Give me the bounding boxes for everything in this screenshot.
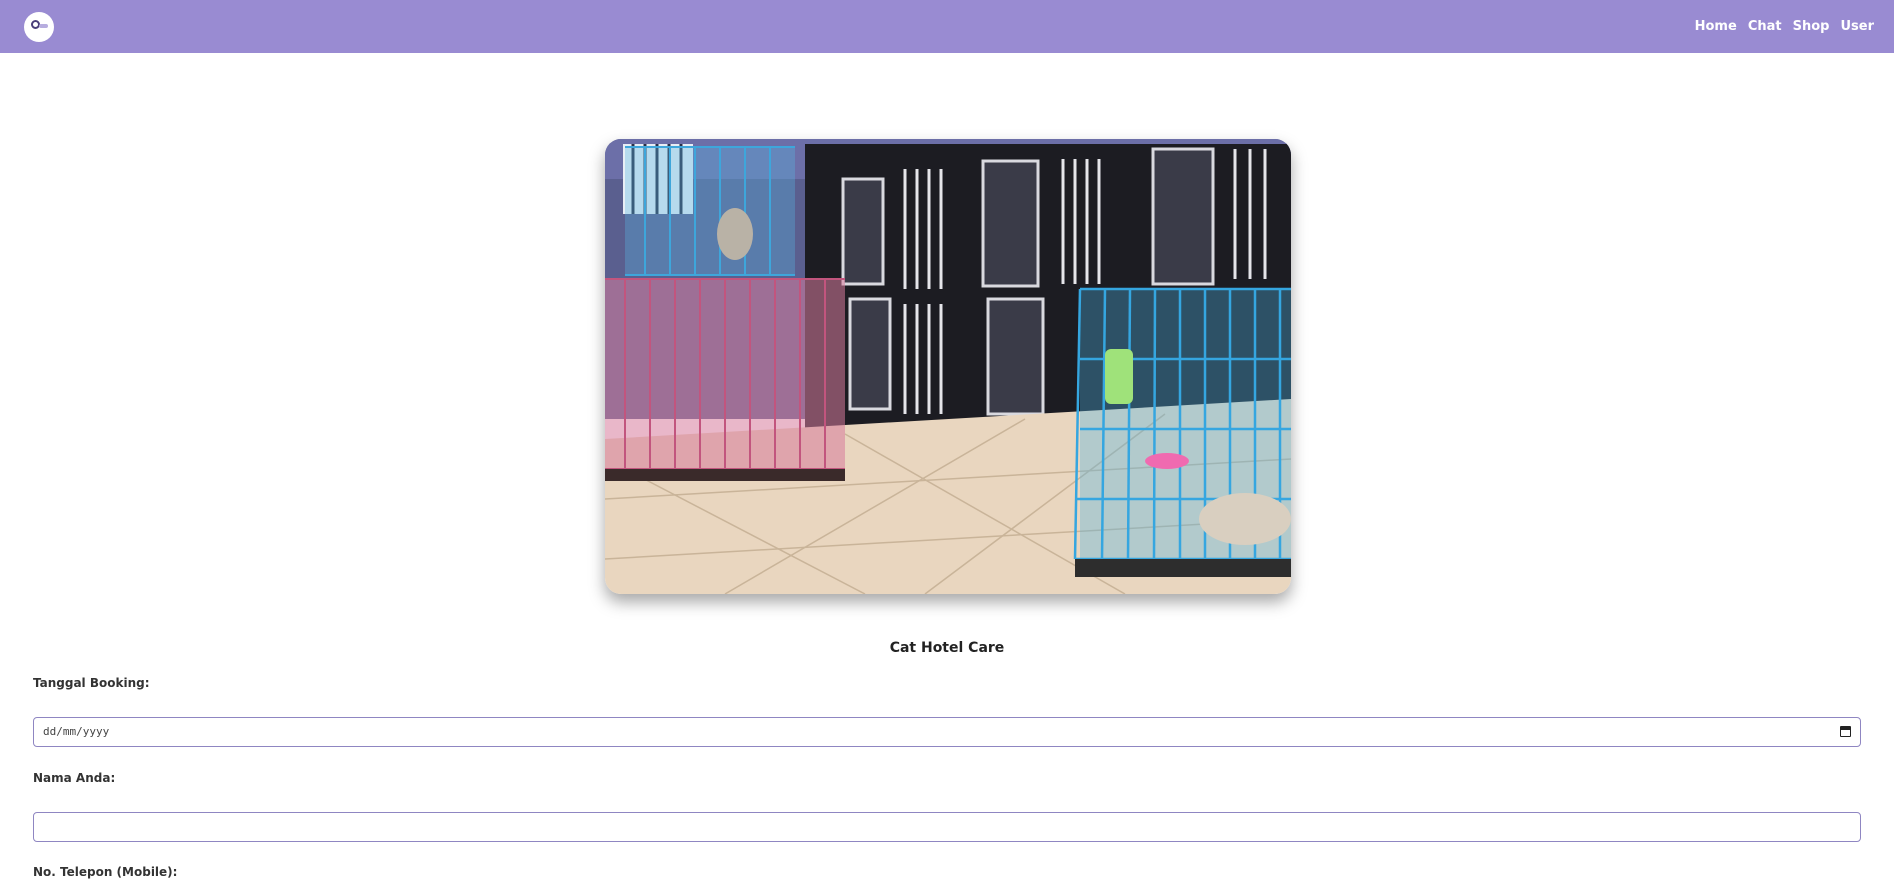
nav-links: Home Chat Shop User [1684, 0, 1874, 53]
booking-date-placeholder: dd/mm/yyyy [43, 725, 110, 738]
phone-label: No. Telepon (Mobile): [33, 865, 178, 879]
cat-hotel-photo [605, 139, 1291, 594]
calendar-icon[interactable] [1840, 726, 1851, 737]
logo-mark-accent [39, 24, 48, 28]
booking-date-label: Tanggal Booking: [33, 676, 150, 690]
booking-date-input[interactable]: dd/mm/yyyy [33, 717, 1861, 747]
nav-chat-link[interactable]: Chat [1748, 19, 1782, 34]
name-label: Nama Anda: [33, 771, 116, 785]
name-input[interactable] [33, 812, 1861, 842]
nav-shop-link[interactable]: Shop [1793, 19, 1830, 34]
nav-home-link[interactable]: Home [1695, 19, 1737, 34]
hero-image [605, 139, 1291, 594]
page-title: Cat Hotel Care [889, 640, 1005, 656]
logo-icon[interactable] [24, 12, 54, 42]
navbar: Home Chat Shop User [0, 0, 1894, 53]
nav-user-link[interactable]: User [1840, 19, 1874, 34]
